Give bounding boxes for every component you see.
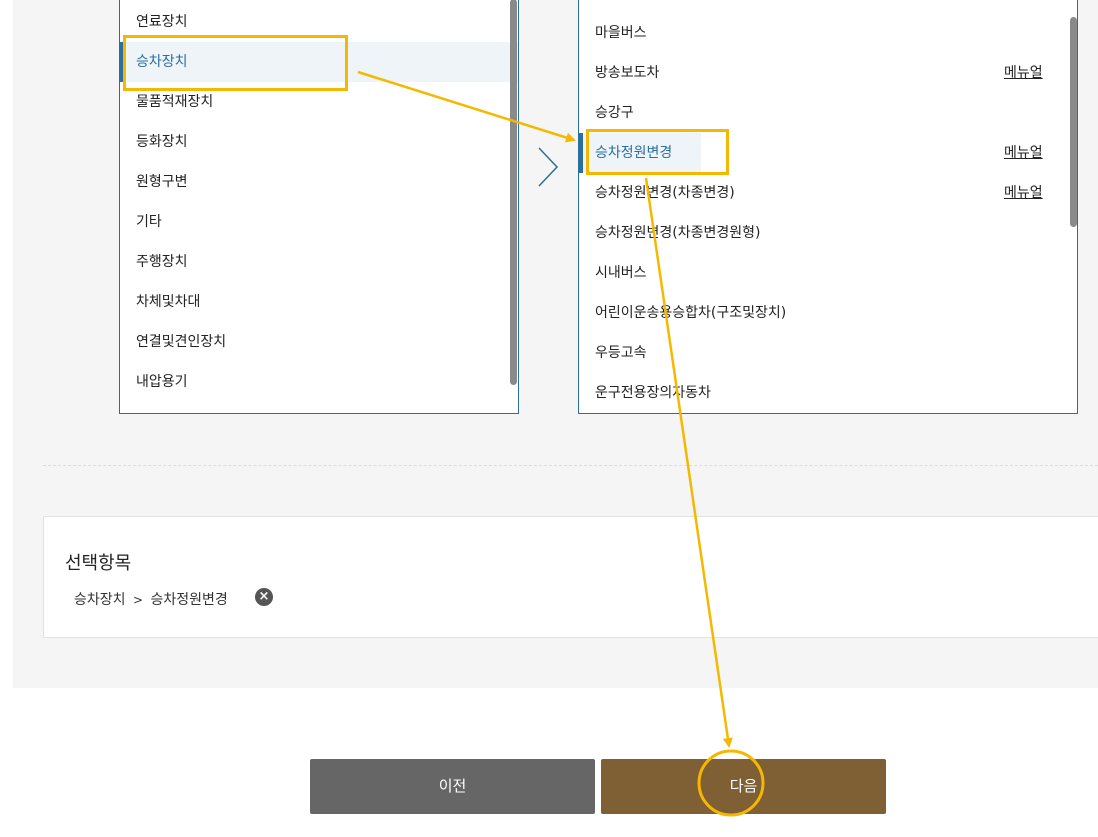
subitem-city-bus[interactable]: 시내버스 xyxy=(579,253,1077,293)
selected-items-box: 선택항목 승차장치 > 승차정원변경 × xyxy=(43,516,1098,638)
subitem-entrance[interactable]: 승강구 xyxy=(579,93,1077,133)
subitem-list-scrollbar[interactable] xyxy=(1070,17,1077,227)
category-item-original-shape[interactable]: 원형구변 xyxy=(120,162,518,202)
next-button[interactable]: 다음 xyxy=(601,759,886,814)
selected-path-subitem: 승차정원변경 xyxy=(150,592,228,608)
subitem-child-transport[interactable]: 어린이운송용승합차(구조및장치) xyxy=(579,293,1077,333)
selected-path-separator: > xyxy=(132,593,144,607)
category-item-running-gear[interactable]: 주행장치 xyxy=(120,242,518,282)
subitem-label: 승차정원변경(차종변경원형) xyxy=(595,225,761,241)
selected-items-title: 선택항목 xyxy=(65,553,132,574)
manual-link[interactable]: 메뉴얼 xyxy=(1004,53,1043,93)
subitem-broadcast-car[interactable]: 방송보도차 메뉴얼 xyxy=(579,53,1077,93)
subitem-label: 방송보도차 xyxy=(595,65,660,81)
category-item-lighting[interactable]: 등화장치 xyxy=(120,122,518,162)
subitem-label: 마을버스 xyxy=(595,25,647,41)
highlight-box-category xyxy=(123,35,348,91)
subitem-list[interactable]: 마을버스 방송보도차 메뉴얼 승강구 승차정원변경 메뉴얼 승차정원변경(차종변… xyxy=(578,0,1078,414)
subitem-label: 운구전용장의자동차 xyxy=(595,385,711,401)
category-item-pressure-vessel[interactable]: 내압용기 xyxy=(120,362,518,402)
remove-icon[interactable]: × xyxy=(255,588,273,606)
manual-link[interactable]: 메뉴얼 xyxy=(1004,173,1043,213)
divider xyxy=(43,465,1098,466)
category-list-scrollbar[interactable] xyxy=(510,0,517,385)
chevron-right-icon xyxy=(538,147,559,187)
subitem-label: 승차정원변경(차종변경) xyxy=(595,185,735,201)
subitem-label: 우등고속 xyxy=(595,345,647,361)
prev-button[interactable]: 이전 xyxy=(310,759,595,814)
selected-path: 승차장치 > 승차정원변경 xyxy=(74,589,228,609)
category-item-coupling[interactable]: 연결및견인장치 xyxy=(120,322,518,362)
subitem-capacity-change-type[interactable]: 승차정원변경(차종변경) 메뉴얼 xyxy=(579,173,1077,213)
subitem-premium-express[interactable]: 우등고속 xyxy=(579,333,1077,373)
category-item-other[interactable]: 기타 xyxy=(120,202,518,242)
selected-path-category: 승차장치 xyxy=(74,592,126,608)
subitem-village-bus[interactable]: 마을버스 xyxy=(579,13,1077,53)
subitem-label: 승강구 xyxy=(595,105,634,121)
manual-link[interactable]: 메뉴얼 xyxy=(1004,145,1043,161)
highlight-box-subitem xyxy=(586,129,729,175)
subitem-capacity-change-type-original[interactable]: 승차정원변경(차종변경원형) xyxy=(579,213,1077,253)
subitem-hearse[interactable]: 운구전용장의자동차 xyxy=(579,373,1077,413)
subitem-label: 시내버스 xyxy=(595,265,647,281)
subitem-label: 어린이운송용승합차(구조및장치) xyxy=(595,305,787,321)
category-item-body-frame[interactable]: 차체및차대 xyxy=(120,282,518,322)
